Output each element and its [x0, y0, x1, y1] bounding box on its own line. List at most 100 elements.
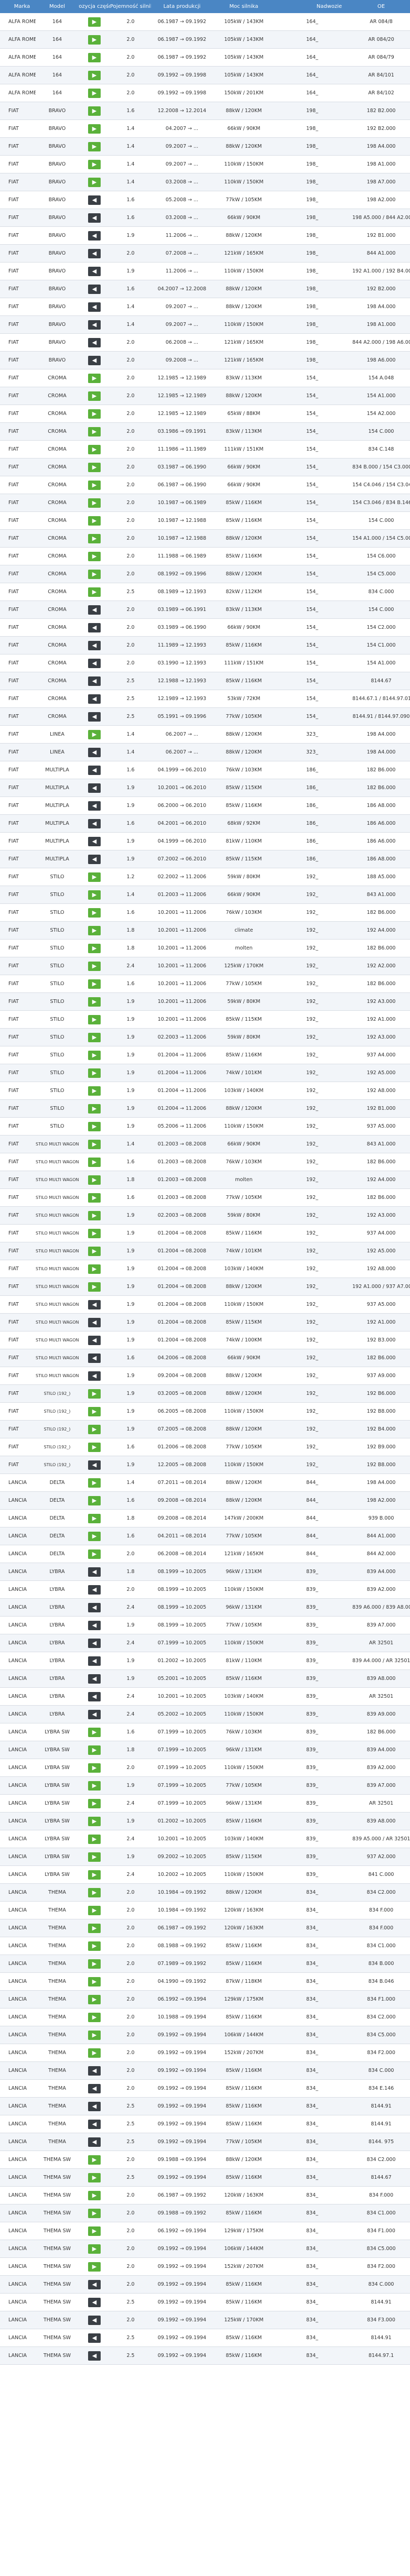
table-row: LANCIA LYBRA SW ▶ 1.9 07.1999 → 10.2005 77kW …	[0, 1777, 410, 1795]
cell-code: 192_	[306, 1070, 318, 1076]
cell-model: LYBRA	[49, 1676, 65, 1682]
cell-code: 164_	[306, 19, 318, 25]
cell-model: THEMA SW	[43, 2210, 71, 2216]
cell-oe: 937 A5.000	[366, 1123, 396, 1129]
cell-side: ▶	[79, 480, 110, 490]
cell-years: 01.2004 → 08.2008	[157, 1248, 207, 1254]
cell-years: 07.1999 → 10.2005	[157, 1640, 207, 1646]
cell-code: 839_	[306, 1676, 318, 1682]
table-row: LANCIA LYBRA ◀ 1.9 08.1999 → 10.2005 77kW / 1…	[0, 1617, 410, 1634]
front-position-icon: ▶	[88, 2030, 101, 2040]
cell-model: LYBRA SW	[45, 1818, 70, 1824]
cell-years: 10.1988 → 09.1994	[157, 2014, 207, 2020]
front-position-icon: ▶	[88, 943, 101, 953]
cell-side: ◀	[79, 836, 110, 846]
cell-model: CROMA	[48, 678, 67, 684]
rear-position-icon: ◀	[88, 2333, 101, 2343]
cell-model: THEMA SW	[43, 2317, 71, 2323]
cell-code: 844_	[306, 1480, 318, 1486]
cell-oe: 192 A2.000	[366, 963, 396, 969]
cell-power: 120kW / 163KM	[224, 1907, 264, 1913]
table-row: FIAT BRAVO ▶ 1.4 09.2007 → ... 110kW / 150KM 1…	[0, 156, 410, 173]
cell-model: THEMA	[48, 2050, 66, 2056]
cell-volume: 2.0	[126, 393, 135, 399]
cell-code: 154_	[306, 714, 318, 719]
cell-years: 10.2002 → 10.2005	[157, 1872, 207, 1878]
cell-model: THEMA	[48, 2068, 66, 2073]
cell-model: STILO MULTI WAGON	[36, 1302, 79, 1307]
cell-volume: 2.4	[126, 1711, 135, 1717]
rear-position-icon: ◀	[88, 676, 101, 686]
cell-brand: FIAT	[8, 144, 19, 149]
rear-position-icon: ◀	[88, 2101, 101, 2111]
cell-volume: 2.0	[126, 54, 135, 60]
cell-model: DELTA	[49, 1515, 65, 1521]
cell-power: 77kW / 105KM	[225, 1195, 262, 1200]
cell-brand: FIAT	[8, 571, 19, 577]
cell-power: 85kW / 116KM	[225, 1943, 262, 1949]
cell-brand: LANCIA	[8, 1765, 27, 1771]
cell-side: ◀	[79, 1585, 110, 1595]
cell-side: ▶	[79, 35, 110, 45]
cell-brand: FIAT	[8, 1302, 19, 1307]
cell-side: ◀	[79, 355, 110, 365]
cell-model: STILO	[50, 1088, 64, 1094]
cell-years: 01.2003 → 08.2008	[157, 1159, 207, 1165]
cell-volume: 1.9	[126, 1052, 135, 1058]
cell-oe: 154 A2.000	[366, 411, 396, 417]
cell-brand: FIAT	[8, 838, 19, 844]
cell-years: 09.1992 → 09.1994	[157, 2139, 207, 2145]
cell-power: 88kW / 120KM	[225, 749, 262, 755]
table-row: FIAT STILO ▶ 1.9 02.2003 → 11.2006 59kW / 80K…	[0, 1029, 410, 1046]
cell-brand: FIAT	[8, 482, 19, 488]
cell-volume: 2.4	[126, 1604, 135, 1610]
cell-brand: FIAT	[8, 999, 19, 1005]
cell-code: 192_	[306, 1337, 318, 1343]
cell-years: 07.2002 → 06.2010	[157, 856, 207, 862]
cell-years: 07.1999 → 10.2005	[157, 1729, 207, 1735]
cell-code: 154_	[306, 482, 318, 488]
table-row: FIAT CROMA ◀ 2.5 12.1988 → 12.1993 85kW / 116…	[0, 672, 410, 690]
front-position-icon: ▶	[88, 1745, 101, 1755]
cell-power: 88kW / 120KM	[225, 1480, 262, 1486]
cell-side: ▶	[79, 979, 110, 989]
cell-years: 04.2007 → 12.2008	[157, 286, 207, 292]
cell-code: 839_	[306, 1569, 318, 1575]
cell-model: CROMA	[48, 411, 67, 417]
rear-position-icon: ◀	[88, 783, 101, 793]
cell-power: 76kW / 103KM	[225, 910, 262, 915]
cell-side: ▶	[79, 908, 110, 918]
cell-side: ◀	[79, 1691, 110, 1701]
table-row: FIAT STILO (192_) ▶ 1.9 03.2005 → 08.2008 88k…	[0, 1385, 410, 1403]
cell-volume: 1.9	[126, 1034, 135, 1040]
table-row: FIAT BRAVO ◀ 1.6 05.2008 → ... 77kW / 105KM 19…	[0, 191, 410, 209]
rear-position-icon: ◀	[88, 623, 101, 632]
cell-side: ▶	[79, 1068, 110, 1078]
cell-side: ◀	[79, 302, 110, 312]
cell-code: 323_	[306, 732, 318, 737]
cell-model: STILO	[50, 1070, 64, 1076]
front-position-icon: ▶	[88, 1870, 101, 1880]
cell-model: STILO MULTI WAGON	[36, 1267, 79, 1271]
cell-model: LYBRA	[49, 1694, 65, 1699]
cell-side: ▶	[79, 1959, 110, 1969]
cell-model: BRAVO	[48, 268, 66, 274]
cell-power: 96kW / 131KM	[225, 1604, 262, 1610]
rear-position-icon: ◀	[88, 818, 101, 828]
cell-oe: 937 A5.000	[366, 1302, 396, 1307]
rear-position-icon: ◀	[88, 248, 101, 258]
front-position-icon: ▶	[88, 444, 101, 454]
cell-model: STILO MULTI WAGON	[36, 1177, 79, 1182]
cell-oe: 188 A5.000	[366, 874, 396, 880]
cell-oe: 834 F3.000	[367, 2317, 395, 2323]
table-row: LANCIA THEMA SW ◀ 2.5 09.1992 → 09.1994 85kW …	[0, 2347, 410, 2365]
cell-oe: 154 C4.046 / 154 C3.046	[352, 482, 410, 488]
cell-model: CROMA	[48, 536, 67, 541]
cell-model: STILO	[50, 945, 64, 951]
cell-brand: FIAT	[8, 179, 19, 185]
cell-power: 105kW / 143KM	[224, 72, 264, 78]
cell-side: ◀	[79, 2066, 110, 2076]
front-position-icon: ▶	[88, 2262, 101, 2272]
header-oe: OE	[377, 4, 385, 9]
cell-brand: FIAT	[8, 286, 19, 292]
